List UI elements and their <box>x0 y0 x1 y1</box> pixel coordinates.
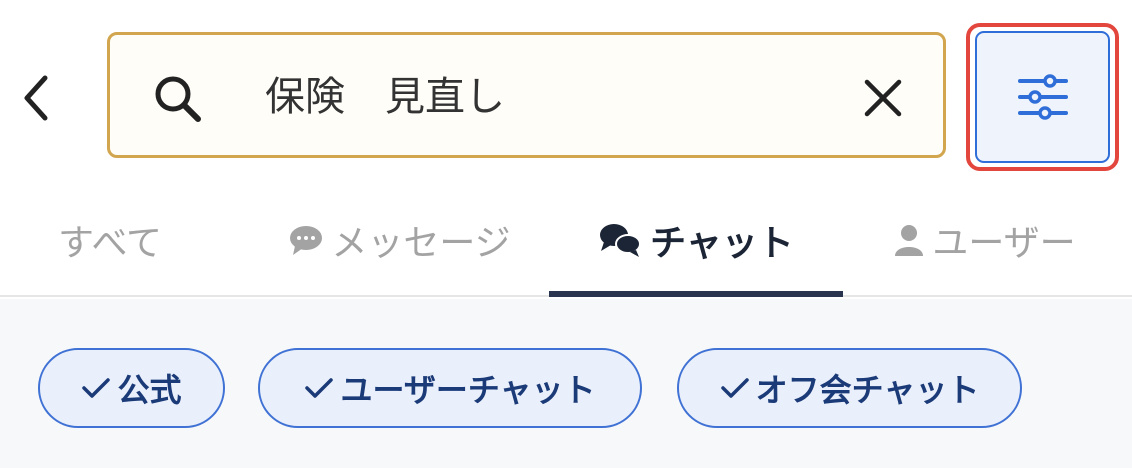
chat-bubbles-icon <box>600 224 642 257</box>
tab-all[interactable]: すべて <box>30 190 190 290</box>
filter-chip-area: 公式 ユーザーチャット オフ会チャット <box>0 299 1132 468</box>
search-tabs: すべて メッセージ チャット ユーザー <box>0 190 1132 297</box>
sliders-icon <box>1017 74 1068 120</box>
close-icon <box>864 79 902 117</box>
back-button[interactable] <box>14 70 58 126</box>
speech-bubble-icon <box>290 226 323 255</box>
checkmark-icon <box>304 376 334 400</box>
chevron-left-icon <box>24 75 48 121</box>
search-field[interactable]: 保険 見直し <box>107 32 946 158</box>
filter-chip-user-chat[interactable]: ユーザーチャット <box>258 348 642 428</box>
tab-messages-label: メッセージ <box>331 223 511 264</box>
tab-chat-label: チャット <box>650 223 794 264</box>
tab-messages[interactable]: メッセージ <box>270 190 530 290</box>
search-input[interactable]: 保険 見直し <box>265 65 505 129</box>
filter-chip-user-chat-label: ユーザーチャット <box>340 371 596 409</box>
clear-search-button[interactable] <box>858 73 908 123</box>
filter-chip-offline-meetup-chat-label: オフ会チャット <box>755 371 980 409</box>
tab-users[interactable]: ユーザー <box>880 190 1090 290</box>
filter-chip-official[interactable]: 公式 <box>38 348 225 428</box>
search-header: 保険 見直し <box>0 0 1132 190</box>
tab-chat[interactable]: チャット <box>549 190 843 290</box>
filter-chip-offline-meetup-chat[interactable]: オフ会チャット <box>677 348 1022 428</box>
person-icon <box>895 225 924 256</box>
active-tab-indicator <box>549 291 843 297</box>
filter-chip-official-label: 公式 <box>117 371 182 409</box>
checkmark-icon <box>720 376 750 400</box>
search-icon <box>155 76 201 122</box>
tab-all-label: すべて <box>57 223 163 264</box>
tab-users-label: ユーザー <box>932 223 1076 264</box>
checkmark-icon <box>81 376 111 400</box>
filter-settings-button[interactable] <box>975 31 1110 163</box>
